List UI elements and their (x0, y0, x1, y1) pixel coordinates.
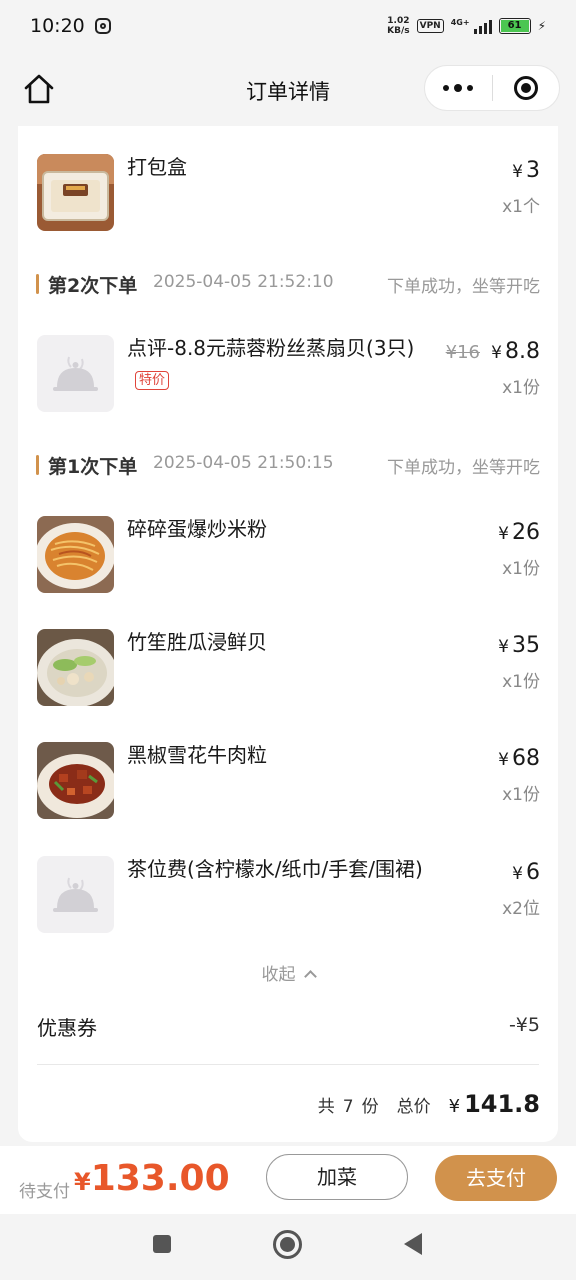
total-label: 总价 (396, 1097, 431, 1117)
batch-title: 第2次下单 (48, 275, 138, 297)
batch-status: 下单成功，坐等开吃 (387, 277, 540, 297)
vpn-badge: VPN (416, 19, 444, 33)
close-miniprogram-icon[interactable] (493, 76, 560, 100)
payment-bar: 待支付 ¥133.00 加菜 去支付 (0, 1146, 576, 1214)
divider (37, 1064, 539, 1065)
recent-apps-icon[interactable] (153, 1235, 171, 1253)
pending-payment-amount: ¥133.00 (74, 1158, 230, 1199)
item-name: 黑椒雪花牛肉粒 (127, 743, 267, 767)
back-icon[interactable] (404, 1233, 422, 1255)
battery-level: 61 (500, 20, 529, 32)
order-item: 碎碎蛋爆炒米粉 ¥26 x1份 (18, 516, 558, 596)
add-dish-button[interactable]: 加菜 (266, 1154, 408, 1200)
nav-bar: 订单详情 (0, 52, 576, 126)
instagram-notification-icon (94, 18, 111, 34)
item-image (37, 629, 114, 706)
system-nav-bar (0, 1214, 576, 1280)
charging-icon: ⚡ (537, 19, 546, 33)
pending-payment-label: 待支付 (19, 1182, 70, 1202)
order-batch-header: 第1次下单 2025-04-05 21:50:15 下单成功，坐等开吃 (18, 451, 558, 478)
status-indicators: 1.02 KB/s VPN 4G+ 61 ⚡ (387, 16, 546, 36)
item-price: ¥6 (512, 860, 540, 885)
item-image (37, 742, 114, 819)
order-item: 竹笙胜瓜浸鲜贝 ¥35 x1份 (18, 629, 558, 709)
item-name: 竹笙胜瓜浸鲜贝 (127, 630, 267, 654)
pay-button[interactable]: 去支付 (435, 1155, 557, 1201)
item-quantity: x1份 (502, 559, 540, 579)
home-button-icon[interactable] (273, 1230, 302, 1259)
item-price: ¥68 (498, 746, 540, 771)
miniprogram-capsule (424, 65, 560, 111)
more-options-icon[interactable] (425, 83, 492, 92)
item-count: 共7份 (317, 1097, 379, 1117)
order-item: 点评-8.8元蒜蓉粉丝蒸扇贝(3只)特价 ¥16 ¥8.8 x1份 (18, 335, 558, 415)
battery-icon: 61 (498, 18, 531, 34)
order-item: 打包盒 ¥3 x1个 (18, 154, 558, 234)
item-name: 点评-8.8元蒜蓉粉丝蒸扇贝(3只)特价 (127, 336, 415, 390)
item-quantity: x2位 (502, 899, 540, 919)
status-time: 10:20 (30, 15, 85, 37)
coupon-value: -¥5 (508, 1014, 540, 1036)
collapse-button[interactable]: 收起 (18, 960, 558, 985)
dish-placeholder-icon (37, 856, 114, 933)
item-image (37, 154, 114, 231)
order-batch-header: 第2次下单 2025-04-05 21:52:10 下单成功，坐等开吃 (18, 270, 558, 297)
item-price: ¥8.8 (491, 339, 540, 364)
coupon-label: 优惠券 (37, 1016, 97, 1040)
item-quantity: x1份 (502, 785, 540, 805)
item-price: ¥3 (512, 158, 540, 183)
signal-icon: 4G+ (451, 18, 492, 34)
batch-title: 第1次下单 (48, 456, 138, 478)
item-original-price: ¥16 (445, 342, 480, 363)
item-price: ¥35 (498, 633, 540, 658)
item-name: 打包盒 (127, 155, 187, 179)
network-speed: 1.02 KB/s (387, 16, 410, 36)
order-item: 茶位费(含柠檬水/纸巾/手套/围裙) ¥6 x2位 (18, 856, 558, 936)
batch-status: 下单成功，坐等开吃 (387, 458, 540, 478)
item-name: 碎碎蛋爆炒米粉 (127, 517, 267, 541)
batch-accent-bar (36, 274, 39, 294)
batch-accent-bar (36, 455, 39, 475)
chevron-up-icon (303, 970, 317, 983)
order-detail-card: 打包盒 ¥3 x1个 第2次下单 2025-04-05 21:52:10 下单成… (18, 126, 558, 1142)
dish-placeholder-icon (37, 335, 114, 412)
total-price: ¥141.8 (448, 1090, 540, 1118)
item-name: 茶位费(含柠檬水/纸巾/手套/围裙) (127, 857, 423, 881)
item-quantity: x1份 (502, 672, 540, 692)
special-price-tag: 特价 (135, 371, 170, 390)
item-quantity: x1份 (502, 378, 540, 398)
order-item: 黑椒雪花牛肉粒 ¥68 x1份 (18, 742, 558, 822)
batch-time: 2025-04-05 21:52:10 (153, 272, 334, 292)
status-bar: 10:20 1.02 KB/s VPN 4G+ 61 ⚡ (0, 0, 576, 52)
batch-time: 2025-04-05 21:50:15 (153, 453, 334, 473)
item-quantity: x1个 (502, 197, 540, 217)
item-image (37, 516, 114, 593)
item-price: ¥26 (498, 520, 540, 545)
order-summary: 共7份 总价 ¥141.8 (318, 1090, 540, 1118)
